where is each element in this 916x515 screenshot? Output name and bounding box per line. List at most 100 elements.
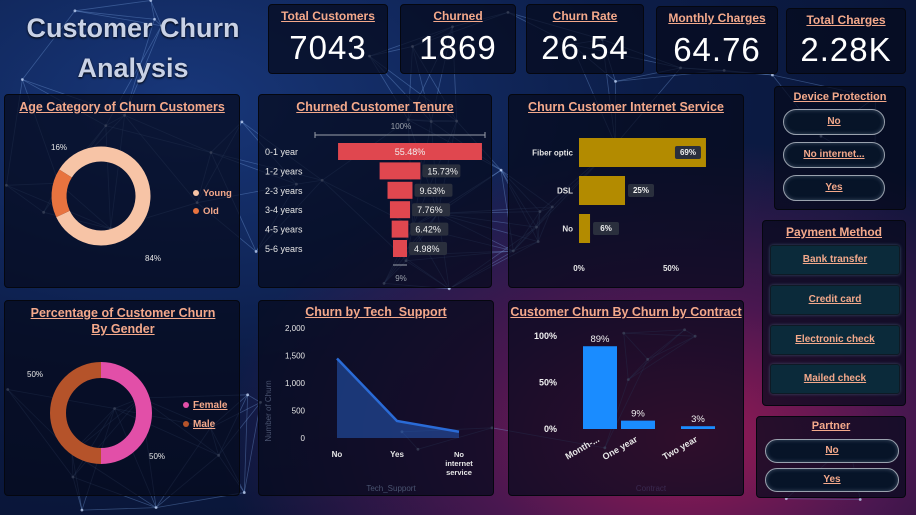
- page-title: Customer Churn Analysis: [26, 13, 240, 83]
- area-fill: [337, 358, 459, 438]
- kpi-label: Total Customers: [281, 9, 375, 23]
- slicer-item-mailed-check[interactable]: Mailed check: [770, 364, 900, 394]
- pie-slice[interactable]: [100, 362, 152, 464]
- tenure-card: Churned Customer Tenure 100% 0-1 year 55.…: [258, 94, 492, 288]
- funnel-bottom-label: 9%: [395, 274, 407, 283]
- gender-donut-svg: 50% 50% Female Male: [27, 362, 228, 464]
- funnel-bar[interactable]: [389, 201, 411, 219]
- funnel-bar[interactable]: [387, 181, 413, 199]
- legend-male: Male: [193, 419, 216, 430]
- slicer-item-yes[interactable]: Yes: [783, 175, 885, 201]
- network-node: [242, 491, 246, 494]
- slicer-item-bank-transfer[interactable]: Bank transfer: [770, 245, 900, 275]
- pie-slice[interactable]: [56, 146, 151, 246]
- funnel-top-label: 100%: [391, 122, 411, 131]
- kpi-label: Monthly Charges: [668, 11, 766, 25]
- funnel-bar[interactable]: [391, 220, 409, 238]
- kpi-value: 64.76: [673, 31, 761, 68]
- data-label: 50%: [27, 370, 43, 379]
- category-label: No: [332, 450, 343, 459]
- data-label: 3%: [691, 414, 705, 425]
- data-label: 16%: [51, 143, 67, 152]
- network-line: [786, 498, 861, 500]
- tech-area-svg: Number of Churn Tech_Support 0 500 1,000 1,…: [264, 324, 473, 493]
- tick-label: 0: [301, 434, 306, 443]
- kpi-churned: Churned 1869: [400, 4, 516, 74]
- kpi-label: Total Charges: [806, 13, 886, 27]
- tick-label: 0%: [573, 264, 585, 273]
- bar[interactable]: [681, 426, 715, 429]
- network-node: [246, 393, 250, 397]
- slicer-item-credit-card[interactable]: Credit card: [770, 285, 900, 315]
- partner-slicer: Partner No Yes: [756, 416, 906, 498]
- contract-card: Customer Churn By Churn by Contract Cont…: [508, 300, 744, 496]
- category-label: No internet service: [445, 450, 473, 477]
- data-label: 9%: [631, 409, 645, 420]
- pie-slice[interactable]: [50, 362, 102, 464]
- tick-label: 50%: [539, 378, 557, 388]
- network-node: [154, 506, 158, 509]
- tick-label: 100%: [534, 331, 557, 341]
- legend-swatch-female: [183, 402, 189, 408]
- data-label: 7.76%: [417, 205, 443, 215]
- bar[interactable]: [583, 346, 617, 429]
- slicer-item-electronic-check[interactable]: Electronic check: [770, 325, 900, 355]
- funnel-bar[interactable]: [393, 240, 407, 257]
- data-label: 55.48%: [395, 147, 426, 157]
- kpi-monthly-charges: Monthly Charges 64.76: [656, 6, 778, 74]
- data-label: 25%: [633, 186, 649, 195]
- network-node: [614, 79, 617, 83]
- category-label: 0-1 year: [265, 147, 298, 157]
- payment-method-slicer: Payment Method Bank transfer Credit card…: [762, 220, 906, 406]
- network-node: [149, 0, 153, 2]
- category-label: No: [562, 225, 573, 234]
- contract-bar-svg: Contract 0% 50% 100% 89% Month-... 9% One year…: [534, 331, 715, 493]
- category-label: Month-...: [564, 434, 601, 461]
- kpi-value: 7043: [289, 29, 367, 66]
- kpi-value: 2.28K: [800, 31, 892, 68]
- legend-swatch-old: [193, 208, 199, 214]
- network-line: [81, 507, 157, 511]
- slicer-item-no-internet[interactable]: No internet...: [783, 142, 885, 168]
- tick-label: 50%: [663, 264, 679, 273]
- funnel-bar[interactable]: [379, 162, 421, 180]
- tech-support-card: Churn by Tech_Support Number of Churn Te…: [258, 300, 494, 496]
- pie-slice[interactable]: [51, 169, 73, 218]
- data-label: 9.63%: [419, 186, 445, 196]
- category-label: 2-3 years: [265, 186, 303, 196]
- kpi-value: 26.54: [541, 29, 629, 66]
- tenure-funnel-svg: 100% 0-1 year 55.48% 1-2 years 15.73% 2-3 ye…: [265, 122, 486, 283]
- slicer-item-no[interactable]: No: [765, 439, 899, 463]
- legend-old: Old: [203, 206, 219, 217]
- tick-label: 1,500: [285, 352, 306, 361]
- network-node: [858, 498, 862, 501]
- x-axis-label: Contract: [636, 484, 667, 493]
- kpi-total-charges: Total Charges 2.28K: [786, 8, 906, 74]
- x-axis-label: Tech_Support: [366, 484, 416, 493]
- tick-label: 1,000: [285, 379, 306, 388]
- legend-female: Female: [193, 400, 228, 411]
- data-label: 89%: [590, 334, 610, 345]
- tick-label: 0%: [544, 424, 557, 434]
- kpi-label: Churned: [433, 9, 483, 23]
- slicer-item-no[interactable]: No: [783, 109, 885, 135]
- slicer-item-yes[interactable]: Yes: [765, 468, 899, 492]
- bar[interactable]: [621, 420, 655, 429]
- bar[interactable]: [579, 214, 591, 243]
- category-label: 1-2 years: [265, 166, 303, 176]
- network-node: [499, 168, 503, 172]
- legend-swatch-male: [183, 421, 189, 427]
- category-label: DSL: [557, 187, 573, 196]
- network-node: [771, 73, 774, 77]
- category-label: Yes: [390, 450, 404, 459]
- bar[interactable]: [579, 176, 625, 205]
- data-label: 4.98%: [414, 244, 440, 254]
- category-label: Two year: [661, 434, 700, 462]
- category-label: Fiber optic: [532, 149, 573, 158]
- age-category-card: Age Category of Churn Customers 16% 84% …: [4, 94, 240, 288]
- device-protection-slicer: Device Protection No No internet... Yes: [774, 86, 906, 210]
- gender-card: Percentage of Customer Churn By Gender 5…: [4, 300, 240, 496]
- slicer-title: Device Protection: [793, 91, 887, 103]
- internet-bar-svg: Fiber optic 69% DSL 25% No 6% 0% 50%: [532, 138, 706, 273]
- legend-young: Young: [203, 188, 232, 199]
